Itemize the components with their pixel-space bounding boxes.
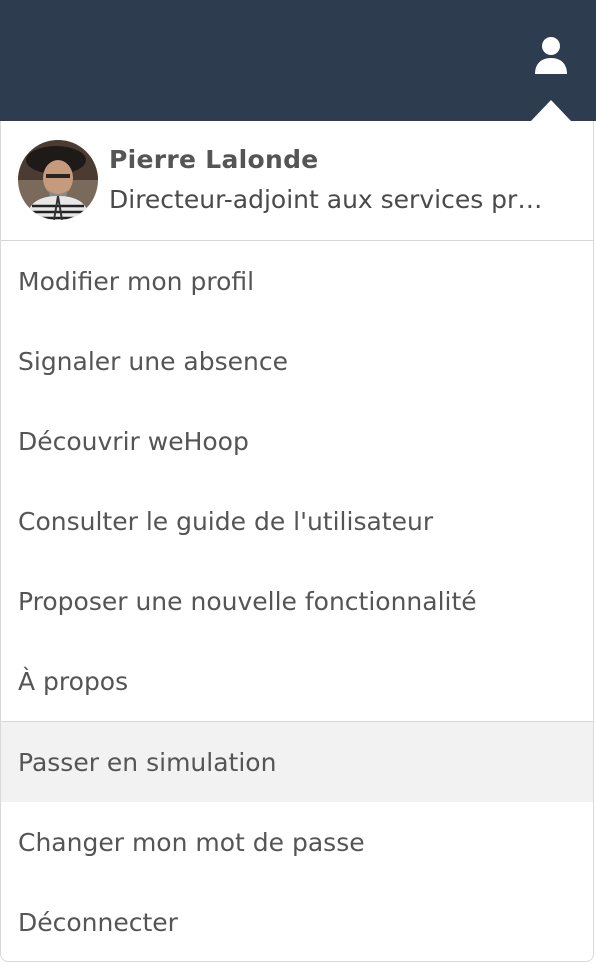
profile-name: Pierre Lalonde	[109, 145, 319, 174]
profile-role: Directeur-adjoint aux services pr…	[109, 185, 543, 214]
dropdown-caret	[531, 100, 571, 121]
user-dropdown-menu: Pierre Lalonde Directeur-adjoint aux ser…	[0, 121, 594, 962]
user-icon[interactable]	[533, 36, 569, 76]
menu-item-suggest-feature[interactable]: Proposer une nouvelle fonctionnalité	[1, 561, 593, 641]
menu-secondary-group: Passer en simulation Changer mon mot de …	[1, 722, 593, 961]
menu-item-simulation[interactable]: Passer en simulation	[1, 722, 593, 802]
menu-item-discover-wehoop[interactable]: Découvrir weHoop	[1, 401, 593, 481]
menu-item-report-absence[interactable]: Signaler une absence	[1, 321, 593, 401]
menu-item-change-password[interactable]: Changer mon mot de passe	[1, 802, 593, 882]
menu-item-about[interactable]: À propos	[1, 641, 593, 721]
menu-item-logout[interactable]: Déconnecter	[1, 882, 593, 961]
menu-item-user-guide[interactable]: Consulter le guide de l'utilisateur	[1, 481, 593, 561]
menu-item-edit-profile[interactable]: Modifier mon profil	[1, 241, 593, 321]
profile-header: Pierre Lalonde Directeur-adjoint aux ser…	[1, 121, 593, 241]
menu-primary-group: Modifier mon profil Signaler une absence…	[1, 241, 593, 722]
avatar	[18, 140, 98, 220]
top-bar	[0, 0, 596, 121]
